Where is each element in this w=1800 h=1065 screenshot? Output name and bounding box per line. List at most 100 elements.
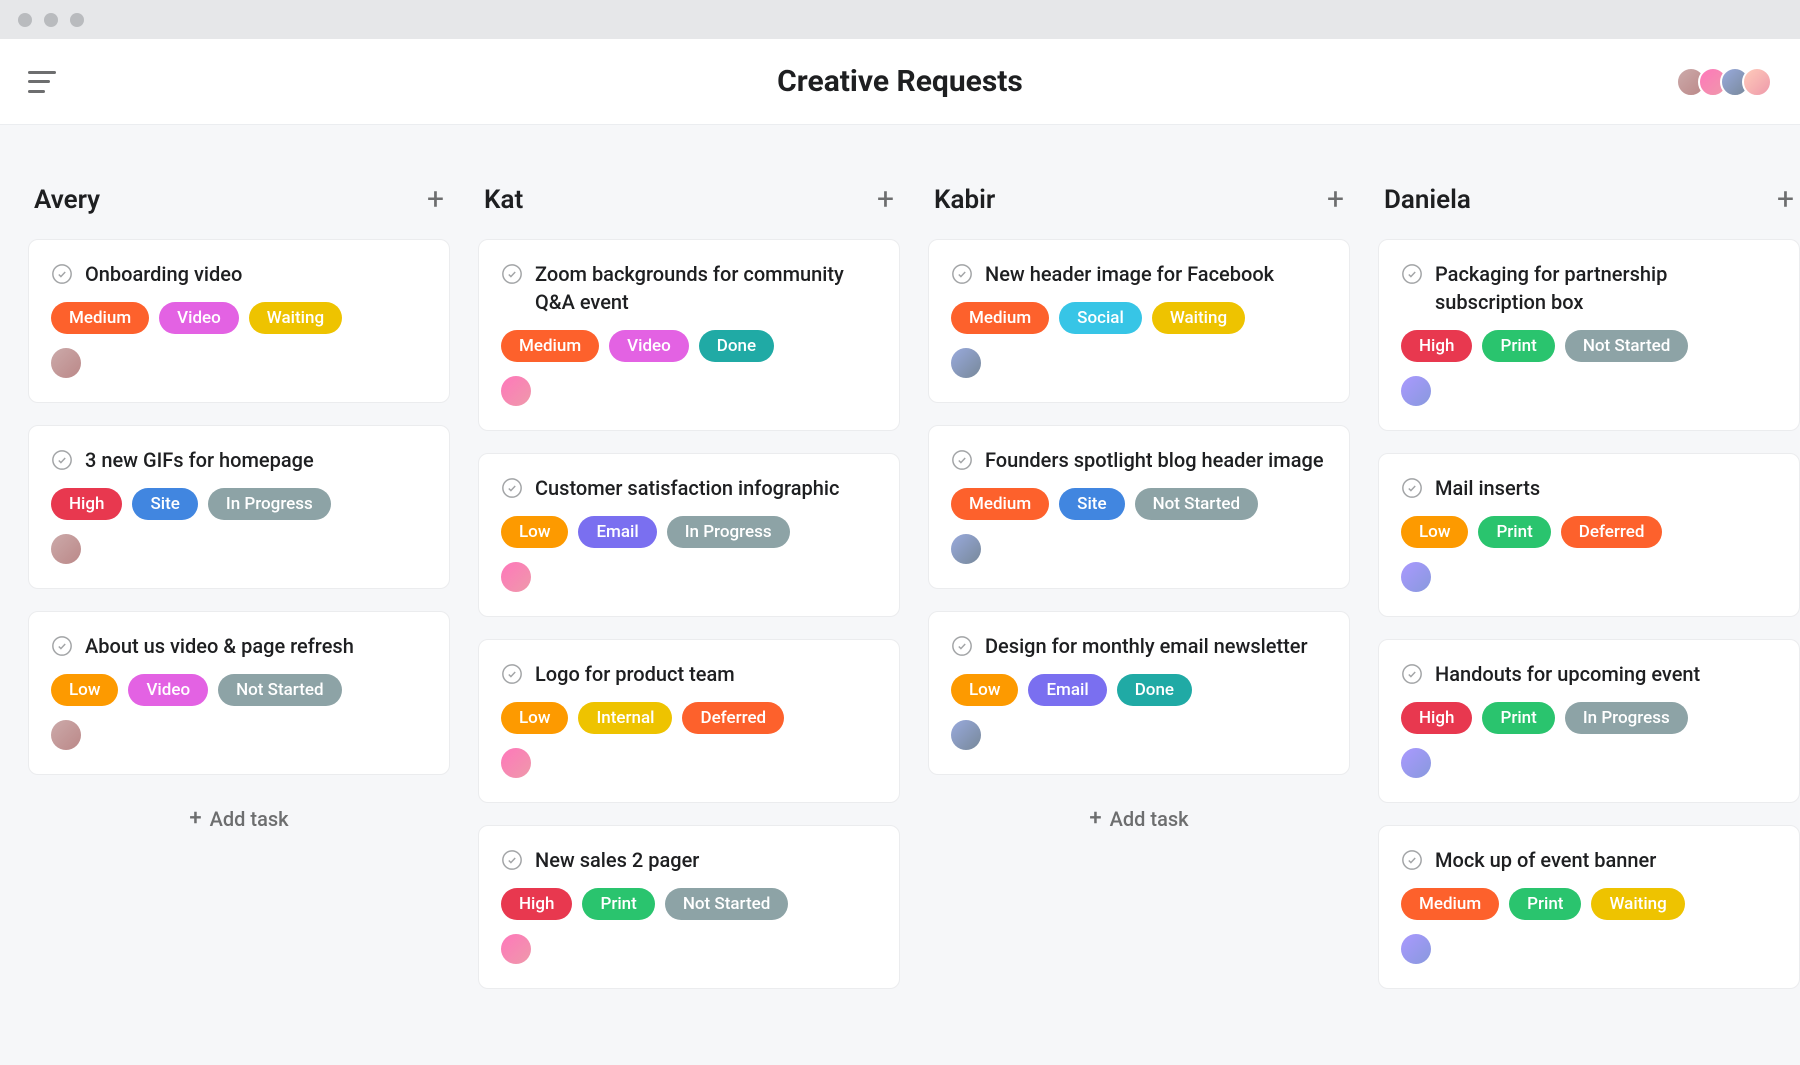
tag-row: HighSiteIn Progress (51, 488, 427, 520)
assignee-avatar[interactable] (1401, 376, 1431, 406)
tag-row: MediumVideoDone (501, 330, 877, 362)
tag-pill: Print (582, 888, 654, 920)
assignee-avatar[interactable] (51, 534, 81, 564)
add-task-icon[interactable]: + (427, 185, 444, 215)
add-task-icon[interactable]: + (877, 185, 894, 215)
check-circle-icon[interactable] (51, 635, 73, 657)
tag-pill: Done (1117, 674, 1192, 706)
tag-pill: Print (1478, 516, 1550, 548)
task-card[interactable]: Founders spotlight blog header imageMedi… (928, 425, 1350, 589)
add-task-icon[interactable]: + (1777, 185, 1794, 215)
task-card[interactable]: About us video & page refreshLowVideoNot… (28, 611, 450, 775)
tag-row: Low Email Done (951, 674, 1327, 706)
assignee-avatar[interactable] (1401, 748, 1431, 778)
task-title: Customer satisfaction infographic (535, 474, 839, 502)
check-circle-icon[interactable] (951, 635, 973, 657)
task-card[interactable]: Mock up of event bannerMediumPrintWaitin… (1378, 825, 1800, 989)
avatar[interactable] (1742, 67, 1772, 97)
tag-row: LowVideoNot Started (51, 674, 427, 706)
tag-pill: Internal (578, 702, 672, 734)
task-title: New sales 2 pager (535, 846, 699, 874)
task-title: Packaging for partnership subscription b… (1435, 260, 1777, 316)
plus-icon: + (1089, 808, 1101, 830)
tag-pill: Waiting (249, 302, 342, 334)
task-card[interactable]: New sales 2 pagerHighPrintNot Started (478, 825, 900, 989)
assignee-avatar[interactable] (501, 934, 531, 964)
tag-pill: Done (699, 330, 774, 362)
tag-pill: Low (951, 674, 1018, 706)
task-title: New header image for Facebook (985, 260, 1274, 288)
check-circle-icon[interactable] (951, 263, 973, 285)
tag-pill: Deferred (1561, 516, 1663, 548)
tag-pill: Email (578, 516, 656, 548)
check-circle-icon[interactable] (1401, 477, 1423, 499)
tag-pill: Email (1028, 674, 1106, 706)
tag-pill: Medium (1401, 888, 1499, 920)
tag-pill: In Progress (667, 516, 790, 548)
task-card[interactable]: Logo for product teamLowInternalDeferred (478, 639, 900, 803)
plus-icon: + (189, 808, 201, 830)
board-column: Kat+Zoom backgrounds for community Q&A e… (478, 185, 900, 1011)
tag-pill: Print (1509, 888, 1581, 920)
page-title: Creative Requests (777, 64, 1023, 99)
check-circle-icon[interactable] (1401, 849, 1423, 871)
tag-pill: Medium (51, 302, 149, 334)
tag-pill: Not Started (218, 674, 341, 706)
assignee-avatar[interactable] (501, 562, 531, 592)
assignee-avatar[interactable] (1401, 562, 1431, 592)
assignee-avatar[interactable] (1401, 934, 1431, 964)
add-task-button[interactable]: + Add task (928, 797, 1350, 851)
task-card[interactable]: New header image for Facebook MediumSocia… (928, 239, 1350, 403)
assignee-avatar[interactable] (51, 720, 81, 750)
add-task-button[interactable]: +Add task (28, 797, 450, 851)
check-circle-icon[interactable] (1401, 663, 1423, 685)
tag-pill: Print (1482, 702, 1554, 734)
add-task-icon[interactable]: + (1327, 185, 1344, 215)
tag-pill: Site (1059, 488, 1124, 520)
tag-pill: Medium (951, 488, 1049, 520)
member-avatars[interactable] (1684, 67, 1772, 97)
check-circle-icon[interactable] (51, 449, 73, 471)
check-circle-icon[interactable] (501, 849, 523, 871)
task-card[interactable]: Design for monthly email newsletter Low Em… (928, 611, 1350, 775)
task-card[interactable]: Mail insertsLowPrintDeferred (1378, 453, 1800, 617)
task-title: Design for monthly email newsletter (985, 632, 1308, 660)
task-card[interactable]: Customer satisfaction infographicLowEmai… (478, 453, 900, 617)
assignee-avatar[interactable] (951, 348, 981, 378)
tag-pill: Social (1059, 302, 1142, 334)
task-card[interactable]: Onboarding videoMediumVideoWaiting (28, 239, 450, 403)
tag-row: Low Print Deferred (1401, 516, 1777, 548)
check-circle-icon[interactable] (501, 477, 523, 499)
board-column: Kabir+New header image for FacebookMediu… (928, 185, 1350, 1011)
assignee-avatar[interactable] (501, 376, 531, 406)
assignee-avatar[interactable] (951, 720, 981, 750)
column-header: Kat+ (478, 185, 900, 239)
check-circle-icon[interactable] (1401, 263, 1423, 285)
tag-row: MediumVideoWaiting (51, 302, 427, 334)
assignee-avatar[interactable] (51, 348, 81, 378)
task-card[interactable]: 3 new GIFs for homepageHighSiteIn Progre… (28, 425, 450, 589)
window-dot (70, 13, 84, 27)
tag-pill: High (51, 488, 122, 520)
tag-pill: Print (1482, 330, 1554, 362)
check-circle-icon[interactable] (951, 449, 973, 471)
assignee-avatar[interactable] (501, 748, 531, 778)
tag-row: MediumSocialWaiting (951, 302, 1327, 334)
check-circle-icon[interactable] (501, 263, 523, 285)
tag-pill: In Progress (208, 488, 331, 520)
task-card[interactable]: Packaging for partnership subscription b… (1378, 239, 1800, 431)
tag-pill: High (1401, 702, 1472, 734)
menu-icon[interactable] (28, 71, 56, 93)
column-header: Avery + (28, 185, 450, 239)
board-column: Avery + Onboarding videoMediumVideoWaiting… (28, 185, 450, 1011)
check-circle-icon[interactable] (501, 663, 523, 685)
add-task-label: Add task (1110, 807, 1189, 831)
assignee-avatar[interactable] (951, 534, 981, 564)
tag-pill: Low (1401, 516, 1468, 548)
task-card[interactable]: Zoom backgrounds for community Q&A event… (478, 239, 900, 431)
tag-pill: Low (51, 674, 118, 706)
check-circle-icon[interactable] (51, 263, 73, 285)
column-title: Avery (34, 185, 100, 215)
kanban-board: Avery + Onboarding videoMediumVideoWaiting… (0, 125, 1800, 1011)
task-card[interactable]: Handouts for upcoming eventHighPrintIn P… (1378, 639, 1800, 803)
